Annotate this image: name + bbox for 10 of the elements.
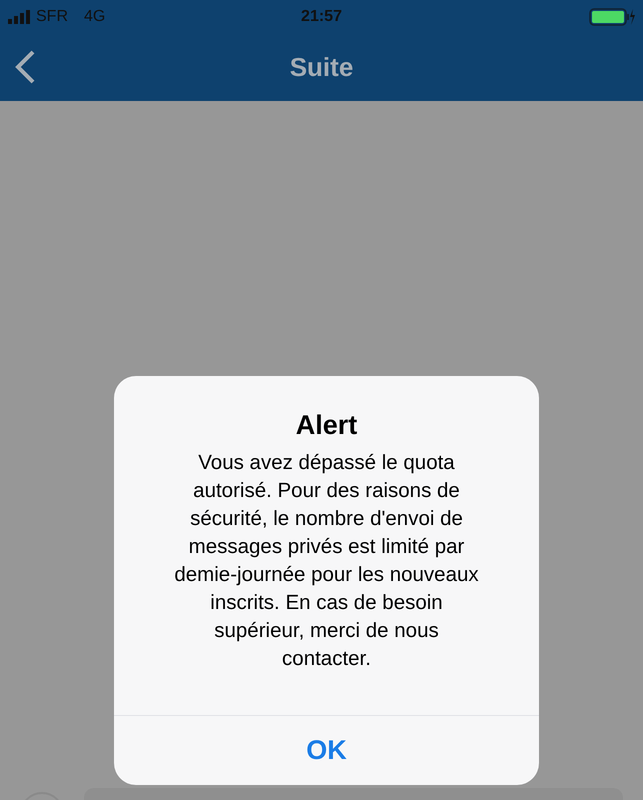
battery-icon	[589, 8, 635, 26]
back-chevron-icon[interactable]	[14, 50, 36, 84]
alert-message: Vous avez dépassé le quota autorisé. Pour des raisons de sécurité, le nombre d'envoi de messages privés est limité par demie-journée pour les nouveaux inscrits. En cas de besoin supérieur, merci de nous contacter.	[173, 450, 480, 672]
screen-title: Suite	[290, 52, 354, 82]
carrier-label: SFR	[36, 8, 68, 26]
clock-time: 21:57	[301, 8, 342, 26]
ok-button[interactable]: OK	[114, 715, 539, 785]
alert-title: Alert	[296, 410, 358, 441]
signal-icon	[8, 10, 32, 24]
network-label: 4G	[84, 8, 106, 26]
